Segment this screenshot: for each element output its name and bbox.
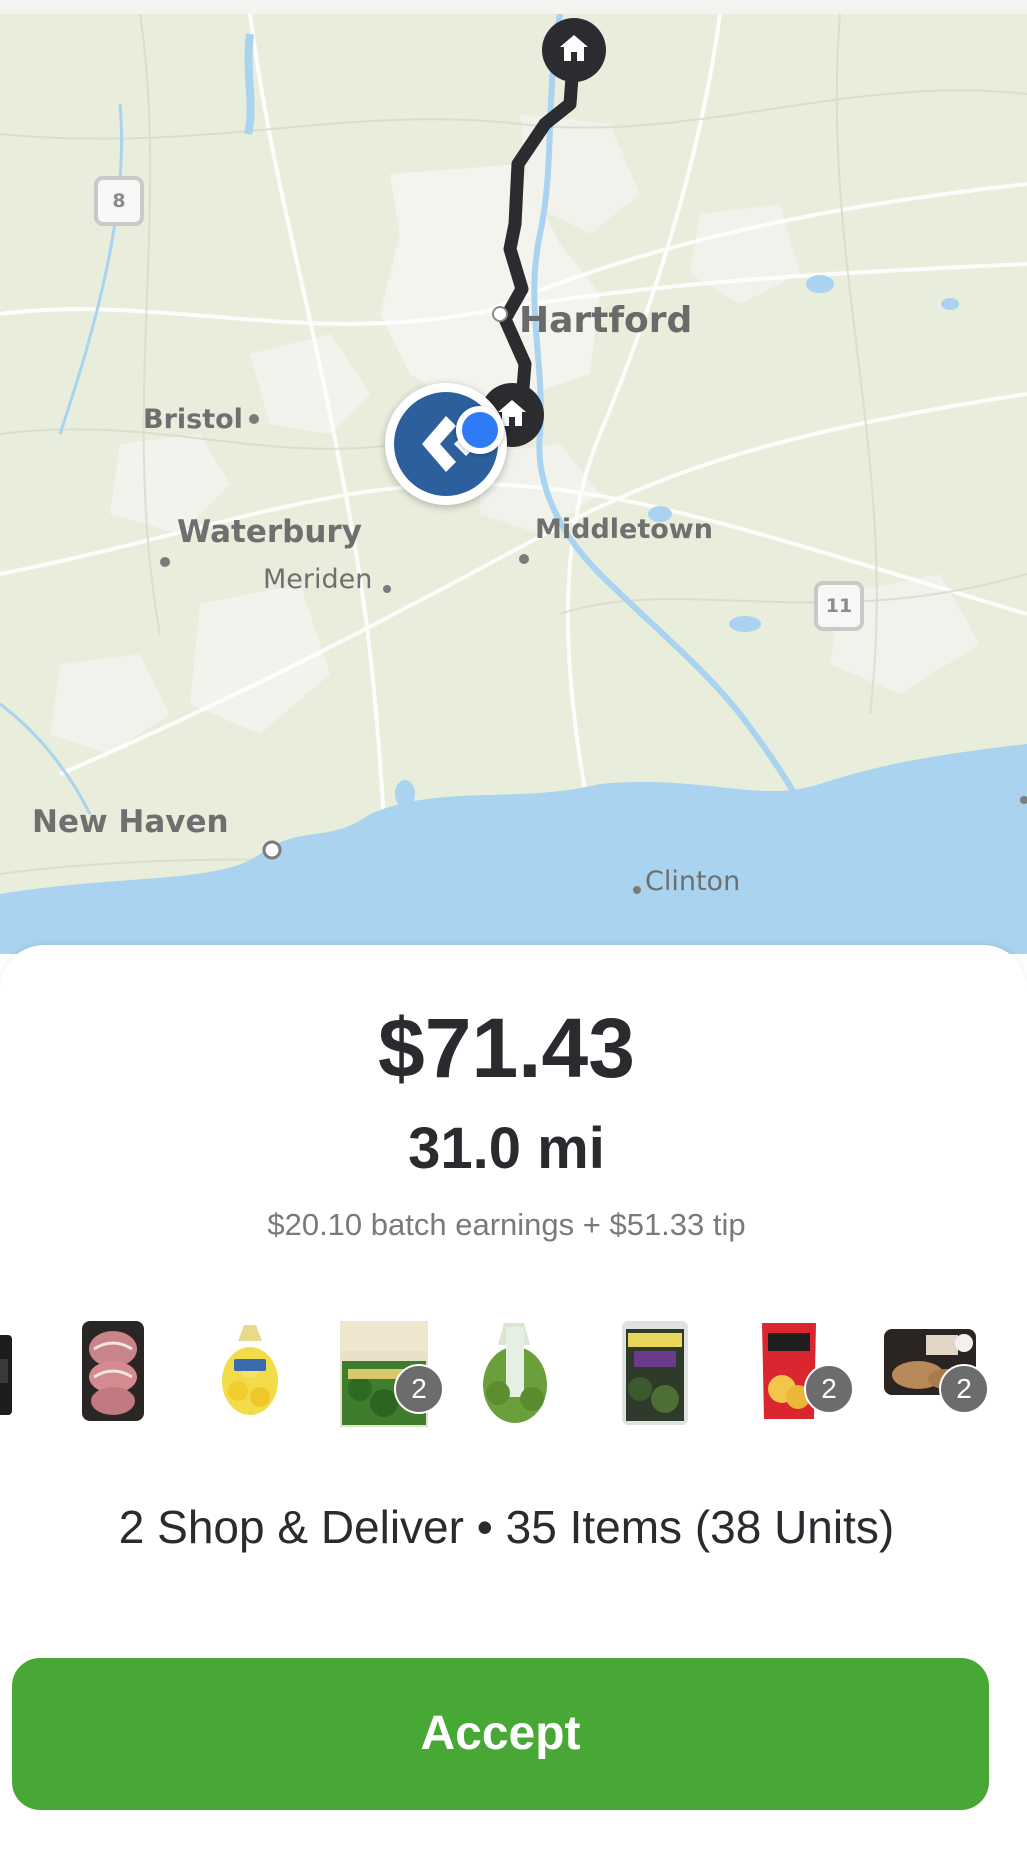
accept-button[interactable]: Accept	[12, 1658, 989, 1810]
city-label-clinton: Clinton	[645, 866, 741, 897]
bottle-item	[0, 1319, 16, 1429]
city-label-hartford: Hartford	[519, 300, 693, 341]
pork-chops-item	[80, 1319, 180, 1429]
route-8-shield: 8	[94, 176, 144, 226]
offer-distance: 31.0 mi	[408, 1116, 605, 1181]
city-label-meriden: Meriden	[263, 564, 373, 595]
earnings-breakdown: $20.10 batch earnings + $51.33 tip	[267, 1207, 746, 1242]
status-bar	[0, 0, 1027, 15]
home-icon	[560, 35, 588, 61]
offer-price: $71.43	[378, 1001, 635, 1095]
city-label-waterbury: Waterbury	[177, 514, 362, 550]
route-map[interactable]: Hartford Bristol Waterbury Meriden Middl…	[0, 14, 1027, 954]
lemons-bag-item	[218, 1319, 318, 1429]
avocado-bag-item	[480, 1319, 550, 1429]
dropoff-home-pin[interactable]	[542, 18, 606, 82]
city-label-new-haven: New Haven	[32, 804, 229, 840]
item-quantity-badge: 2	[394, 1364, 444, 1414]
batch-summary: 2 Shop & Deliver • 35 Items (38 Units)	[118, 1501, 895, 1553]
city-label-bristol: Bristol	[143, 404, 243, 435]
route-11-shield: 11	[814, 581, 864, 631]
item-quantity-badge: 2	[804, 1364, 854, 1414]
item-quantity-badge: 2	[939, 1364, 989, 1414]
city-label-middletown: Middletown	[535, 514, 713, 545]
organic-greens-item	[620, 1319, 692, 1429]
batch-offer-sheet: $71.43 31.0 mi $20.10 batch earnings + $…	[0, 945, 1027, 1856]
current-location-icon	[456, 406, 504, 454]
item-preview-carousel[interactable]: 2 2 2	[0, 1319, 1027, 1439]
